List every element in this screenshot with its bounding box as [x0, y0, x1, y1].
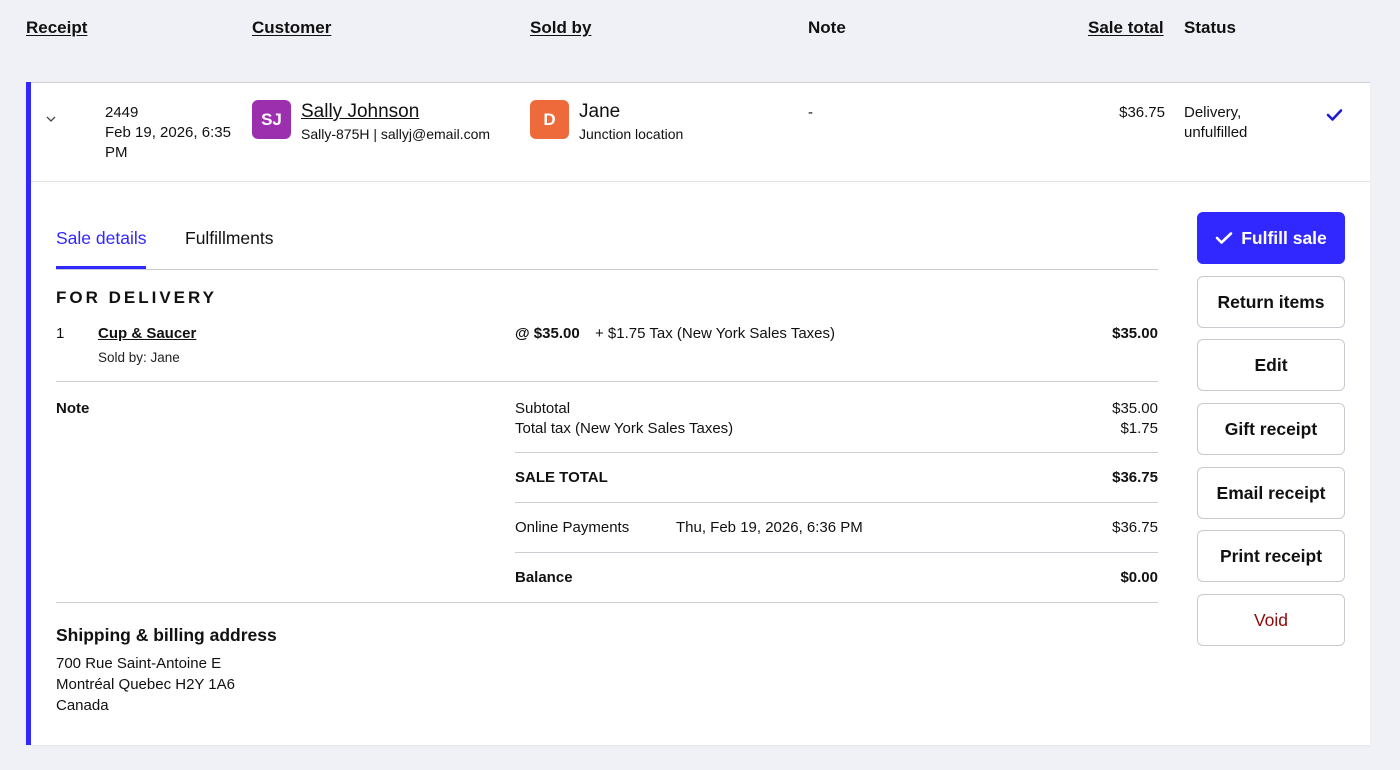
email-receipt-button[interactable]: Email receipt	[1197, 467, 1345, 519]
subtotal-value: $35.00	[1112, 400, 1158, 417]
fulfill-sale-label: Fulfill sale	[1241, 227, 1327, 248]
status-line-2: unfulfilled	[1184, 124, 1248, 141]
sale-total-value: $36.75	[1112, 469, 1158, 486]
divider	[515, 452, 1158, 453]
divider	[515, 502, 1158, 503]
check-icon	[1326, 109, 1343, 121]
gift-receipt-button[interactable]: Gift receipt	[1197, 403, 1345, 455]
seller-avatar: D	[530, 100, 569, 139]
tax-value: $1.75	[1120, 420, 1158, 437]
tax-label: Total tax (New York Sales Taxes)	[515, 420, 734, 437]
item-tax: + $1.75 Tax (New York Sales Taxes)	[595, 325, 835, 342]
check-icon	[1215, 232, 1233, 244]
receipt-number: 2449	[105, 104, 139, 121]
print-receipt-button[interactable]: Print receipt	[1197, 530, 1345, 582]
row-note: -	[808, 104, 813, 121]
item-name-link[interactable]: Cup & Saucer	[98, 324, 196, 344]
header-status: Status	[1184, 18, 1236, 37]
subtotal-label: Subtotal	[515, 400, 571, 417]
customer-meta: Sally-875H | sallyj@email.com	[301, 126, 491, 142]
note-label: Note	[56, 400, 90, 417]
tab-sale-details[interactable]: Sale details	[56, 228, 146, 249]
section-title: FOR DELIVERY	[56, 288, 217, 307]
seller-name: Jane	[579, 101, 621, 122]
void-button[interactable]: Void	[1197, 594, 1345, 646]
customer-name-link[interactable]: Sally Johnson	[301, 101, 419, 123]
receipt-date: Feb 19, 2026, 6:35	[105, 124, 231, 141]
balance-label: Balance	[515, 569, 573, 586]
address-line-3: Canada	[56, 697, 109, 714]
receipt-time: PM	[105, 144, 128, 161]
row-sale-total: $36.75	[1119, 104, 1165, 121]
status-line-1: Delivery,	[1184, 104, 1242, 121]
customer-avatar: SJ	[252, 100, 291, 139]
header-note: Note	[808, 18, 846, 37]
tabs-divider	[56, 269, 1158, 270]
edit-button[interactable]: Edit	[1197, 339, 1345, 391]
return-items-button[interactable]: Return items	[1197, 276, 1345, 328]
header-sale-total[interactable]: Sale total	[1088, 18, 1164, 38]
item-line-total: $35.00	[1112, 325, 1158, 342]
item-sold-by: Sold by: Jane	[98, 350, 180, 365]
header-sold-by[interactable]: Sold by	[530, 18, 591, 38]
divider	[515, 552, 1158, 553]
tab-fulfillments[interactable]: Fulfillments	[185, 228, 274, 249]
payment-date: Thu, Feb 19, 2026, 6:36 PM	[676, 519, 863, 536]
address-title: Shipping & billing address	[56, 625, 277, 645]
header-customer[interactable]: Customer	[252, 18, 331, 38]
sale-total-label: SALE TOTAL	[515, 469, 608, 486]
divider	[56, 602, 1158, 603]
row-divider	[31, 181, 1370, 182]
address-line-2: Montréal Quebec H2Y 1A6	[56, 676, 235, 693]
header-receipt[interactable]: Receipt	[26, 18, 87, 38]
payment-amount: $36.75	[1112, 519, 1158, 536]
divider	[56, 381, 1158, 382]
item-unit-price: @ $35.00	[515, 325, 580, 342]
address-line-1: 700 Rue Saint-Antoine E	[56, 655, 222, 672]
item-quantity: 1	[56, 325, 65, 342]
seller-location: Junction location	[579, 126, 684, 142]
fulfill-sale-button[interactable]: Fulfill sale	[1197, 212, 1345, 264]
balance-value: $0.00	[1120, 569, 1158, 586]
payment-method: Online Payments	[515, 519, 630, 536]
chevron-down-icon[interactable]	[44, 112, 58, 126]
